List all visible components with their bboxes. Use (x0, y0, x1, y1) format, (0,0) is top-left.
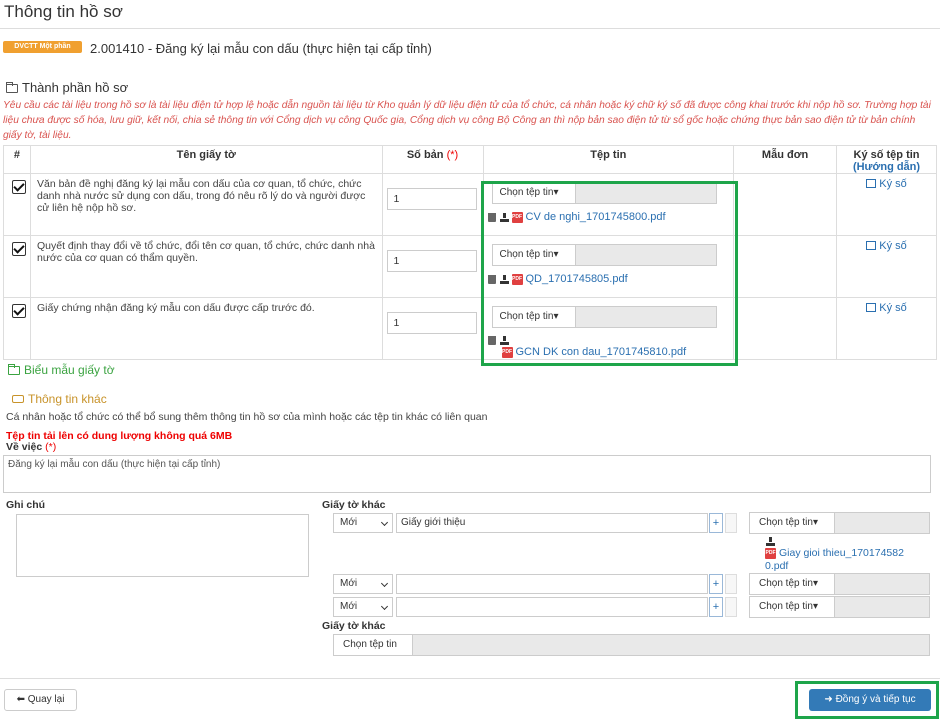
legal-warning: Yêu cầu các tài liệu trong hồ sơ là tài … (3, 100, 931, 141)
chevron-down-icon (380, 518, 389, 527)
doc-name-input[interactable] (396, 574, 708, 594)
footer-divider (0, 678, 940, 679)
folder-icon (6, 82, 18, 93)
copies-input[interactable] (386, 188, 477, 210)
sign-file-link[interactable]: Ký số (837, 236, 936, 252)
chevron-down-icon (380, 579, 389, 588)
remove-doc-button[interactable] (725, 597, 737, 617)
pdf-icon: PDF (765, 547, 776, 559)
file-name-field[interactable] (834, 573, 930, 595)
table-row: Văn bản đề nghị đăng ký lại mẫu con dấu … (3, 173, 937, 236)
section-other-header: Thông tin khác (12, 392, 107, 406)
col-header-template: Mẫu đơn (733, 145, 838, 174)
title-divider (0, 28, 940, 29)
copies-input[interactable] (386, 312, 477, 334)
subject-textarea[interactable]: Đăng ký lại mẫu con dấu (thực hiện tại c… (3, 455, 931, 493)
choose-file-button[interactable]: Chọn tệp tin▾ (749, 512, 835, 534)
choose-file-button[interactable]: Chọn tệp tin▾ (749, 573, 835, 595)
choose-file-button[interactable]: Chọn tệp tin (333, 634, 413, 656)
edit-icon (866, 241, 877, 250)
doc-name-input[interactable] (396, 597, 708, 617)
file-link[interactable]: Giay gioi thieu_170174582 (779, 547, 904, 559)
other-info-note: Cá nhân hoặc tổ chức có thể bổ sung thêm… (6, 411, 488, 423)
col-header-sign: Ký số tệp tin (Hướng dẫn) (836, 145, 937, 174)
page-title: Thông tin hồ sơ (4, 2, 123, 21)
table-row: Giấy chứng nhận đăng ký mẫu con dấu được… (3, 297, 937, 360)
col-header-num: # (3, 145, 31, 174)
folder-icon (8, 364, 20, 375)
edit-icon (866, 179, 877, 188)
table-header-row: # Tên giấy tờ Số bản (*) Tệp tin Mẫu đơn… (3, 145, 937, 174)
col-header-copies: Số bản (*) (381, 145, 484, 174)
doc-type-select[interactable]: Mới (333, 513, 393, 533)
service-level-badge: DVCTT Một phần (3, 41, 82, 53)
document-name: Quyết định thay đổi về tổ chức, đổi tên … (36, 240, 375, 264)
arrow-left-icon: ⬅ (16, 694, 28, 705)
add-doc-button[interactable]: + (709, 574, 723, 594)
chevron-down-icon (380, 602, 389, 611)
doc-name-input[interactable]: Giấy giới thiệu (396, 513, 708, 533)
choose-file-button[interactable]: Chọn tệp tin▾ (749, 596, 835, 618)
download-icon[interactable] (766, 536, 778, 547)
sign-guide-link[interactable]: (Hướng dẫn) (853, 161, 920, 173)
file-column-highlight (481, 181, 738, 366)
row-checkbox[interactable] (12, 180, 26, 194)
add-doc-button[interactable]: + (709, 597, 723, 617)
subject-label: Về việc (*) (6, 441, 57, 453)
note-label: Ghi chú (6, 499, 46, 511)
table-row: Quyết định thay đổi về tổ chức, đổi tên … (3, 235, 937, 298)
remove-doc-button[interactable] (725, 574, 737, 594)
sign-header-label: Ký số tệp tin (853, 149, 920, 161)
template-cell (733, 297, 838, 360)
sign-file-link[interactable]: Ký số (837, 174, 936, 190)
note-textarea[interactable] (16, 514, 309, 577)
document-name: Văn bản đề nghị đăng ký lại mẫu con dấu … (36, 178, 366, 214)
document-name: Giấy chứng nhận đăng ký mẫu con dấu được… (36, 302, 315, 314)
row-checkbox[interactable] (12, 242, 26, 256)
submit-highlight (795, 681, 939, 719)
section-components-header: Thành phần hồ sơ (6, 80, 128, 95)
add-doc-button[interactable]: + (709, 513, 723, 533)
doc-type-select[interactable]: Mới (333, 597, 393, 617)
file-name-field[interactable] (412, 634, 930, 656)
file-name-field[interactable] (834, 596, 930, 618)
copies-input[interactable] (386, 250, 477, 272)
template-cell (733, 173, 838, 236)
file-name-field[interactable] (834, 512, 930, 534)
col-header-file: Tệp tin (482, 145, 735, 174)
section-components-label: Thành phần hồ sơ (22, 80, 129, 95)
copies-header-label: Số bản (406, 149, 444, 161)
back-button[interactable]: ⬅ Quay lại (4, 689, 77, 711)
other-docs-label: Giấy tờ khác (322, 499, 386, 511)
required-mark: (*) (446, 149, 459, 161)
template-cell (733, 235, 838, 298)
doc-type-select[interactable]: Mới (333, 574, 393, 594)
required-mark: (*) (45, 441, 57, 453)
row-checkbox[interactable] (12, 304, 26, 318)
col-header-name: Tên giấy tờ (29, 145, 383, 174)
edit-icon (866, 303, 877, 312)
documents-table: # Tên giấy tờ Số bản (*) Tệp tin Mẫu đơn… (3, 145, 937, 360)
hand-pointer-icon (12, 395, 24, 403)
other-docs-label-2: Giấy tờ khác (322, 620, 386, 632)
section-forms-header[interactable]: Biểu mẫu giấy tờ (8, 363, 115, 377)
remove-doc-button[interactable] (725, 513, 737, 533)
file-link-cont[interactable]: 0.pdf (765, 560, 788, 572)
procedure-title: 2.001410 - Đăng ký lại mẫu con dấu (thực… (90, 41, 432, 56)
uploaded-file: PDF Giay gioi thieu_170174582 0.pdf (765, 547, 904, 573)
sign-file-link[interactable]: Ký số (837, 298, 936, 314)
